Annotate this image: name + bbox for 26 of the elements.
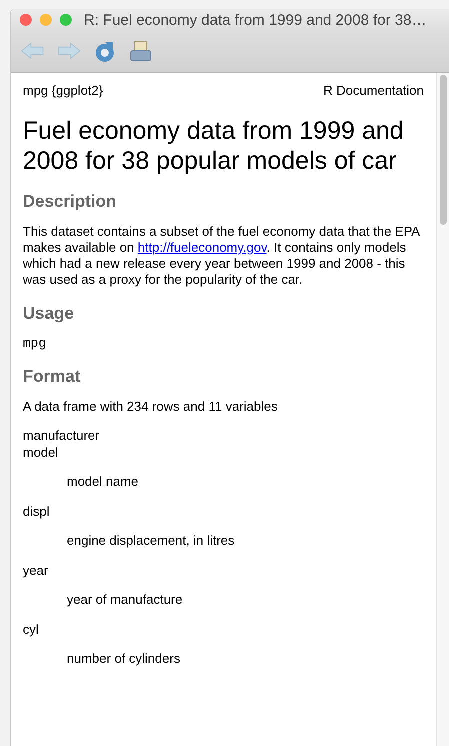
zoom-button[interactable] <box>60 14 72 26</box>
printer-icon[interactable] <box>128 40 154 64</box>
variable-description: number of cylinders <box>67 651 182 666</box>
page-title: Fuel economy data from 1999 and 2008 for 38 popular models of car <box>23 116 405 176</box>
section-heading: Description <box>23 192 118 212</box>
window-title: R: Fuel economy data from 1999 and 2008 for 38… <box>84 12 427 28</box>
documentation-label: R Documentation <box>324 83 424 98</box>
variable-description: year of manufacture <box>67 592 184 607</box>
scrollbar[interactable] <box>436 73 449 746</box>
usage-code: mpg <box>23 336 48 351</box>
section-heading: Format <box>23 367 82 387</box>
variable-name: displ <box>23 503 51 520</box>
close-button[interactable] <box>20 14 32 26</box>
variable-name: model <box>23 444 60 461</box>
variable-name: year <box>23 562 50 579</box>
description-paragraph: This dataset contains a subset of the fuel economy data that the EPA makes available on http://fueleconomy.gov. It contains only models which had a new release every year between 1999 and 2008 - this was used as a proxy for the popularity of the car. <box>23 224 421 288</box>
package-label: mpg {ggplot2} <box>23 83 104 98</box>
link[interactable]: http://fueleconomy.gov <box>138 240 267 255</box>
section-heading: Usage <box>23 304 76 324</box>
scrollbar-thumb[interactable] <box>440 75 447 225</box>
variable-name: manufacturer <box>23 427 101 444</box>
minimize-button[interactable] <box>40 14 52 26</box>
variable-description: engine displacement, in litres <box>67 533 236 548</box>
format-text: A data frame with 234 rows and 11 variables <box>23 399 279 415</box>
variable-description: model name <box>67 474 140 489</box>
variable-name: cyl <box>23 621 40 638</box>
